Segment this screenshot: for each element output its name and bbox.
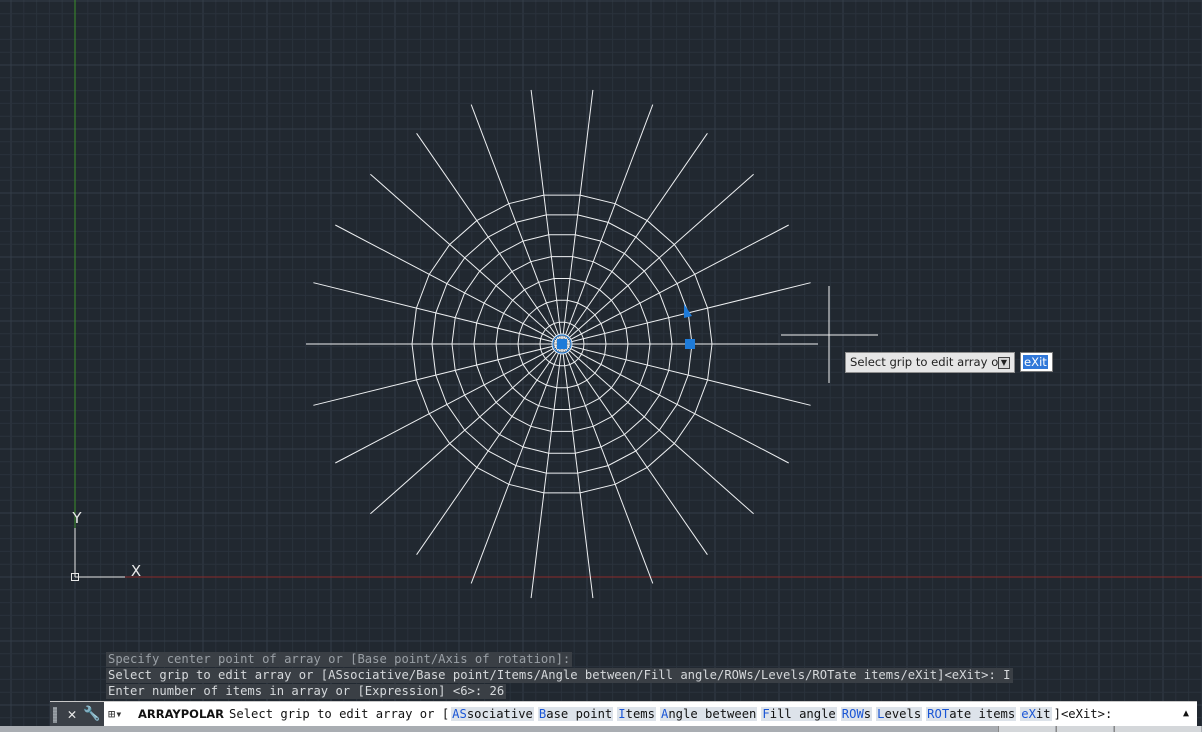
array-spoke[interactable] bbox=[313, 282, 563, 345]
prompt-prefix: Select grip to edit array or [ bbox=[229, 707, 450, 721]
array-spoke[interactable] bbox=[561, 343, 811, 406]
ucs-y-label: Y bbox=[71, 509, 82, 527]
command-name: ARRAYPOLAR bbox=[138, 707, 225, 721]
command-option[interactable]: Base point bbox=[537, 707, 614, 721]
ucs-x-label: X bbox=[131, 562, 141, 580]
array-spoke[interactable] bbox=[370, 173, 563, 345]
command-option[interactable]: ASsociative bbox=[451, 707, 534, 721]
close-icon[interactable]: ✕ bbox=[63, 704, 81, 724]
prompt-suffix: ]<eXit>: bbox=[1053, 707, 1113, 721]
drag-handle-icon[interactable] bbox=[50, 702, 60, 727]
status-bar-segment[interactable] bbox=[998, 726, 1055, 732]
command-line-tools: ✕ 🔧 bbox=[60, 702, 104, 727]
array-spoke[interactable] bbox=[561, 173, 754, 345]
command-option[interactable]: Fill angle bbox=[761, 707, 837, 721]
grip-angle-triangle[interactable] bbox=[684, 304, 692, 318]
dynamic-input-field[interactable]: eXit bbox=[1020, 352, 1053, 372]
array-spoke[interactable] bbox=[561, 343, 789, 464]
status-bar-segment[interactable] bbox=[1056, 726, 1113, 732]
recent-commands-icon[interactable]: ⊞▾ bbox=[108, 706, 130, 722]
command-option[interactable]: ROWs bbox=[840, 707, 873, 721]
command-option[interactable]: Angle between bbox=[659, 707, 758, 721]
array-spoke[interactable] bbox=[561, 343, 754, 515]
history-line: Specify center point of array or [Base p… bbox=[106, 652, 573, 667]
options-arrow-icon[interactable]: ▼ bbox=[998, 357, 1010, 369]
history-line: Select grip to edit array or [ASsociativ… bbox=[106, 668, 1013, 683]
array-spoke[interactable] bbox=[561, 224, 789, 345]
history-scroll-up-icon[interactable]: ▲ bbox=[1179, 705, 1193, 723]
dynamic-input-tooltip: Select grip to edit array or ▼ bbox=[845, 352, 1015, 373]
dynamic-prompt-text: Select grip to edit array or bbox=[850, 355, 1004, 369]
dynamic-input-value[interactable]: eXit bbox=[1023, 355, 1048, 369]
array-spoke[interactable] bbox=[370, 343, 563, 515]
array-spoke[interactable] bbox=[313, 343, 563, 406]
command-option[interactable]: ROTate items bbox=[926, 707, 1017, 721]
status-bar-segment[interactable] bbox=[1114, 726, 1201, 732]
wrench-icon[interactable]: 🔧 bbox=[82, 704, 102, 724]
ucs-icon: Y X bbox=[71, 509, 141, 581]
command-option[interactable]: Levels bbox=[876, 707, 923, 721]
array-spoke[interactable] bbox=[561, 343, 654, 584]
command-prompt[interactable]: ARRAYPOLAR Select grip to edit array or [… bbox=[138, 702, 1112, 727]
history-line: Enter number of items in array or [Expre… bbox=[106, 684, 507, 699]
command-option[interactable]: eXit bbox=[1020, 707, 1052, 721]
grip-radius[interactable] bbox=[685, 339, 695, 349]
prompt-options: ASsociative Base point Items Angle between F… bbox=[449, 707, 1053, 721]
command-option[interactable]: Items bbox=[617, 707, 656, 721]
command-line[interactable]: ✕ 🔧 ⊞▾ ARRAYPOLAR Select grip to edit arr… bbox=[50, 701, 1197, 727]
